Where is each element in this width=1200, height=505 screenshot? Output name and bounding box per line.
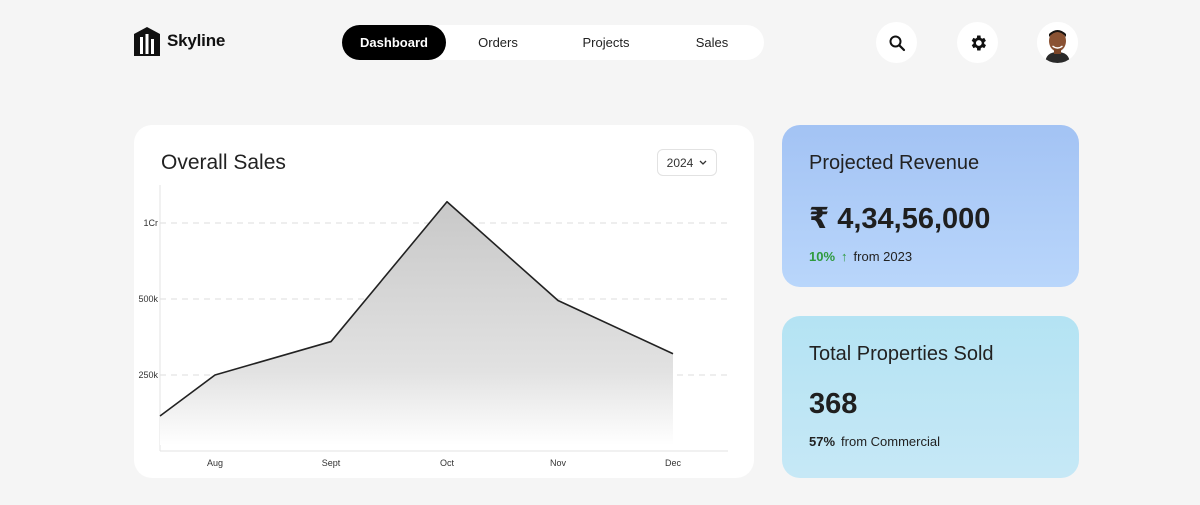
chevron-down-icon — [699, 160, 707, 165]
building-icon — [134, 27, 160, 56]
x-tick-label: Oct — [440, 458, 455, 468]
y-tick-label: 250k — [138, 370, 158, 380]
nav-tab-sales[interactable]: Sales — [662, 25, 762, 60]
sales-chart: 250k 500k 1Cr Aug Sept Oct Nov Dec — [138, 185, 728, 468]
overall-sales-card: 250k 500k 1Cr Aug Sept Oct Nov Dec Overall Sale… — [134, 125, 754, 478]
properties-change: 57% from Commercial — [809, 434, 940, 449]
revenue-caption: from 2023 — [853, 249, 913, 264]
properties-value: 368 — [809, 388, 858, 420]
revenue-pct: 10% — [809, 249, 836, 264]
revenue-change: 10% ↑ from 2023 — [809, 249, 912, 264]
properties-title: Total Properties Sold — [809, 343, 994, 365]
x-tick-label: Dec — [665, 458, 682, 468]
revenue-title: Projected Revenue — [809, 152, 980, 174]
projected-revenue-card: Projected Revenue ₹ 4,34,56,000 10% ↑ fr… — [782, 125, 1079, 287]
x-tick-label: Sept — [322, 458, 341, 468]
avatar-image — [1037, 22, 1078, 63]
y-tick-label: 1Cr — [143, 218, 158, 228]
properties-sold-card: Total Properties Sold 368 57% from Comme… — [782, 316, 1079, 478]
gear-icon — [971, 35, 986, 50]
arrow-up-icon: ↑ — [841, 249, 848, 264]
search-icon — [889, 35, 905, 51]
x-tick-label: Aug — [207, 458, 223, 468]
x-tick-label: Nov — [550, 458, 567, 468]
properties-pct: 57% — [809, 434, 836, 449]
search-button[interactable] — [876, 22, 917, 63]
nav-tab-dashboard[interactable]: Dashboard — [342, 25, 446, 60]
y-tick-label: 500k — [138, 294, 158, 304]
brand-logo[interactable]: Skyline — [133, 26, 225, 56]
sales-title: Overall Sales — [161, 151, 286, 174]
nav-tab-projects[interactable]: Projects — [550, 25, 662, 60]
year-select[interactable]: 2024 — [657, 149, 717, 176]
main-nav: Dashboard Orders Projects Sales — [342, 25, 764, 60]
nav-tab-orders[interactable]: Orders — [446, 25, 550, 60]
user-avatar[interactable] — [1037, 22, 1078, 63]
year-select-value: 2024 — [666, 155, 694, 170]
settings-button[interactable] — [957, 22, 998, 63]
revenue-value: ₹ 4,34,56,000 — [809, 203, 991, 235]
brand-name: Skyline — [167, 31, 226, 50]
properties-caption: from Commercial — [841, 434, 940, 449]
